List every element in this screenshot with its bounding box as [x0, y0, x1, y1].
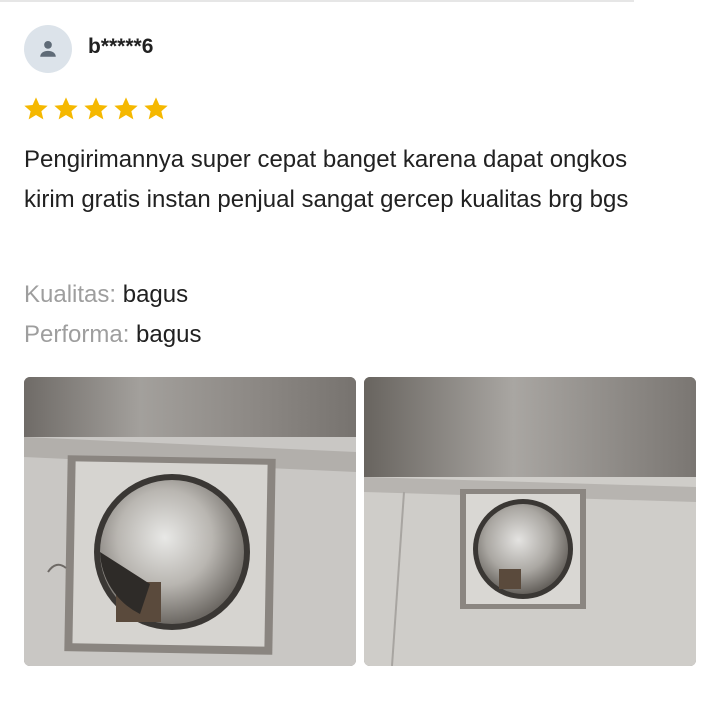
person-icon: [40, 41, 56, 57]
photo-drain-closeup: [24, 377, 356, 666]
star-icon: [84, 97, 108, 120]
attribute-label: Performa:: [24, 321, 130, 348]
review-photo-1[interactable]: [24, 377, 356, 666]
attribute-label: Kualitas:: [24, 281, 117, 308]
top-divider: [0, 0, 634, 2]
star-icon: [144, 97, 168, 120]
reviewer-username: b*****6: [88, 35, 154, 58]
attribute-value: bagus: [122, 281, 189, 308]
star-icon: [114, 97, 138, 120]
attribute-performance: Performa: bagus: [24, 315, 201, 355]
star-rating: [22, 95, 170, 123]
attribute-value: bagus: [136, 321, 202, 348]
attribute-quality: Kualitas: bagus: [24, 275, 188, 315]
star-icon: [54, 97, 78, 120]
review-text: Pengirimannya super cepat banget karena …: [24, 146, 629, 213]
avatar[interactable]: [24, 25, 72, 73]
review-photo-2[interactable]: [364, 377, 696, 666]
photo-drain-wide: [364, 377, 696, 666]
star-icon: [24, 97, 48, 120]
